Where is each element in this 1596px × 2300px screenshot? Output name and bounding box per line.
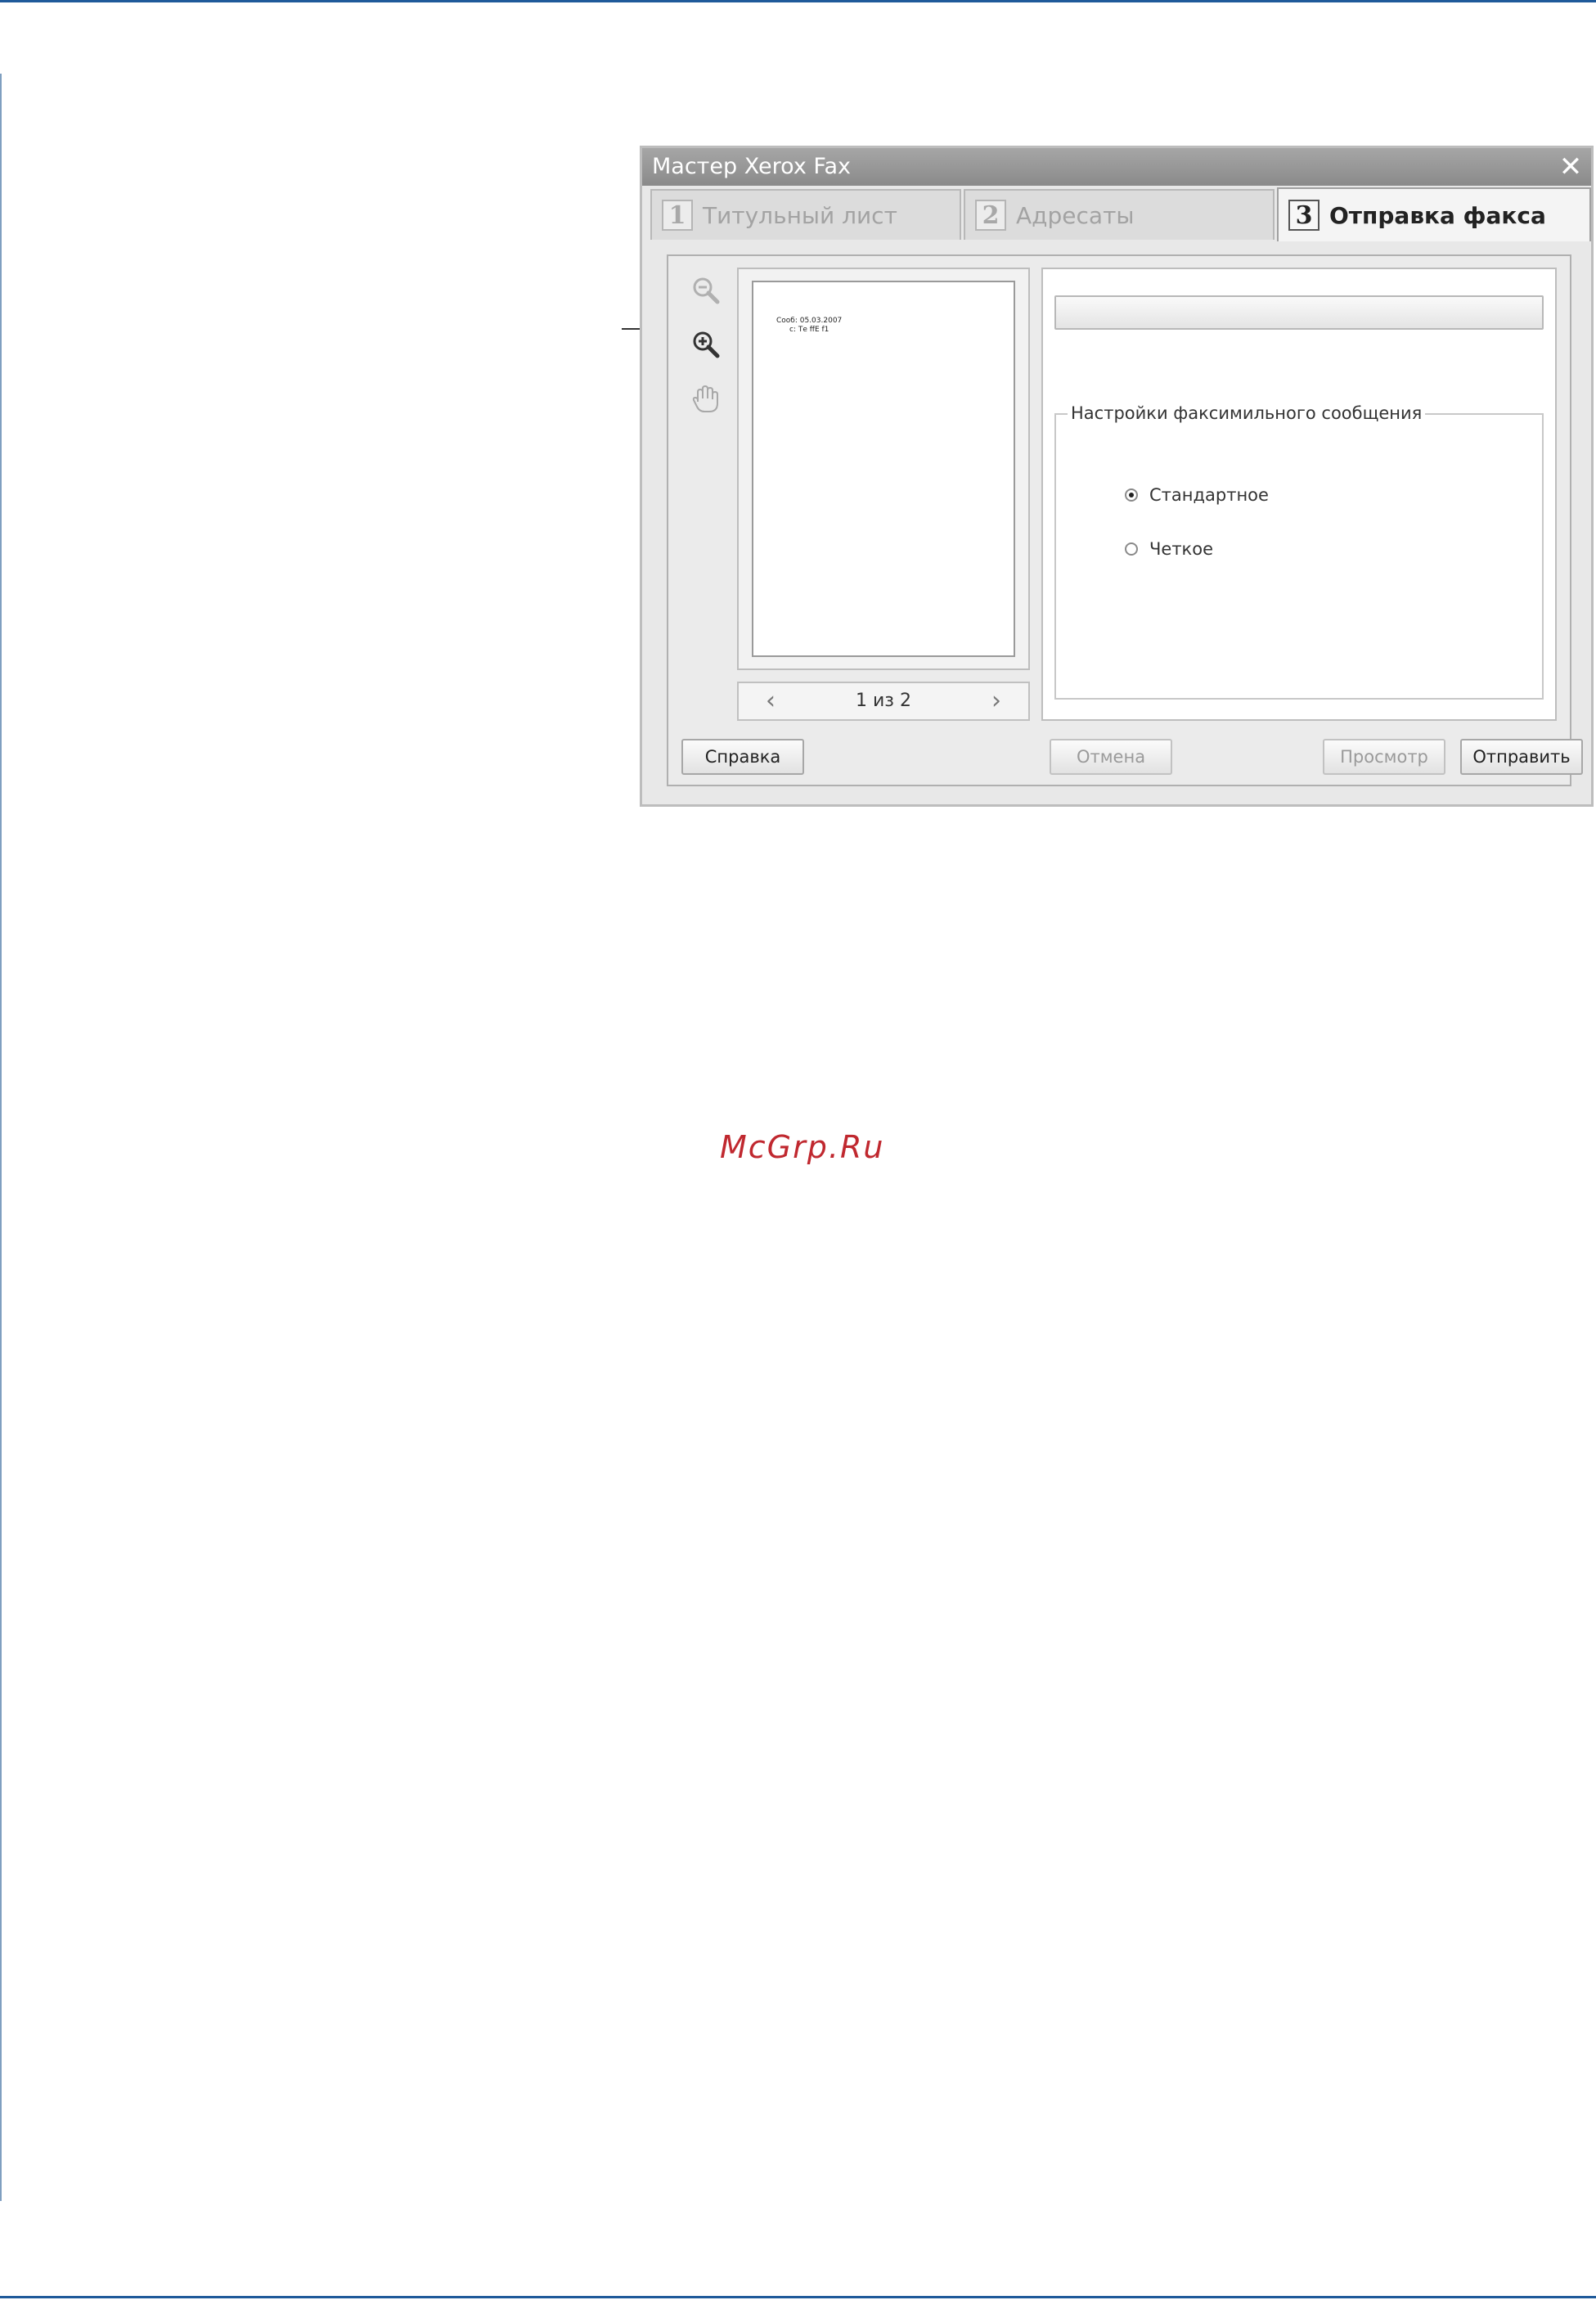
radio-option-fine[interactable]: Четкое <box>1125 539 1213 559</box>
cancel-button[interactable]: Отмена <box>1050 739 1172 775</box>
step-number-3: 3 <box>1288 200 1320 231</box>
radio-label: Четкое <box>1149 539 1214 559</box>
next-page-icon[interactable]: › <box>982 688 1010 716</box>
bottom-rule <box>0 2296 1596 2298</box>
progress-bar <box>1054 295 1544 330</box>
window-title: Мастер Xerox Fax <box>652 154 851 179</box>
title-bar: Мастер Xerox Fax <box>642 148 1591 186</box>
preview-button[interactable]: Просмотр <box>1323 739 1445 775</box>
help-button[interactable]: Справка <box>681 739 804 775</box>
tab-label: Титульный лист <box>703 201 897 229</box>
page-navigator: ‹ 1 из 2 › <box>737 682 1030 721</box>
hand-pan-icon[interactable] <box>688 380 724 416</box>
fax-settings-group: Настройки факсимильного сообщения Станда… <box>1054 402 1544 700</box>
radio-button[interactable] <box>1125 488 1138 502</box>
fax-settings-legend: Настройки факсимильного сообщения <box>1068 402 1426 425</box>
close-icon[interactable]: ✕ <box>1555 151 1586 182</box>
tab-label: Отправка факса <box>1329 201 1546 229</box>
watermark-text: McGrp.Ru <box>720 1129 885 1165</box>
radio-label: Стандартное <box>1149 485 1269 505</box>
tab-send-fax[interactable]: 3 Отправка факса <box>1277 187 1591 241</box>
fax-wizard-window: Мастер Xerox Fax ✕ 1 Титульный лист 2 Ад… <box>640 146 1594 807</box>
radio-button[interactable] <box>1125 542 1138 556</box>
radio-option-standard[interactable]: Стандартное <box>1125 485 1269 505</box>
tab-recipients[interactable]: 2 Адресаты <box>964 189 1275 240</box>
step-number-1: 1 <box>662 200 693 231</box>
step-number-2: 2 <box>975 200 1006 231</box>
send-button[interactable]: Отправить <box>1460 739 1583 775</box>
left-margin-rule <box>0 74 2 2201</box>
preview-text-line: Сooб: 05.03.2007 <box>776 317 843 325</box>
zoom-in-icon[interactable] <box>688 326 724 362</box>
tab-label: Адресаты <box>1016 201 1135 229</box>
tab-cover-page[interactable]: 1 Титульный лист <box>650 189 961 240</box>
wizard-content: Сooб: 05.03.2007 с: Те ffЕ f1 ‹ 1 из 2 ›… <box>667 254 1583 786</box>
preview-text-line: с: Те ffЕ f1 <box>789 326 829 334</box>
settings-panel: Настройки факсимильного сообщения Станда… <box>1041 268 1557 721</box>
preview-panel: Сooб: 05.03.2007 с: Те ffЕ f1 <box>737 268 1030 670</box>
preview-page[interactable]: Сooб: 05.03.2007 с: Те ffЕ f1 <box>752 281 1015 657</box>
top-rule <box>0 0 1596 2</box>
zoom-out-icon[interactable] <box>688 272 724 308</box>
